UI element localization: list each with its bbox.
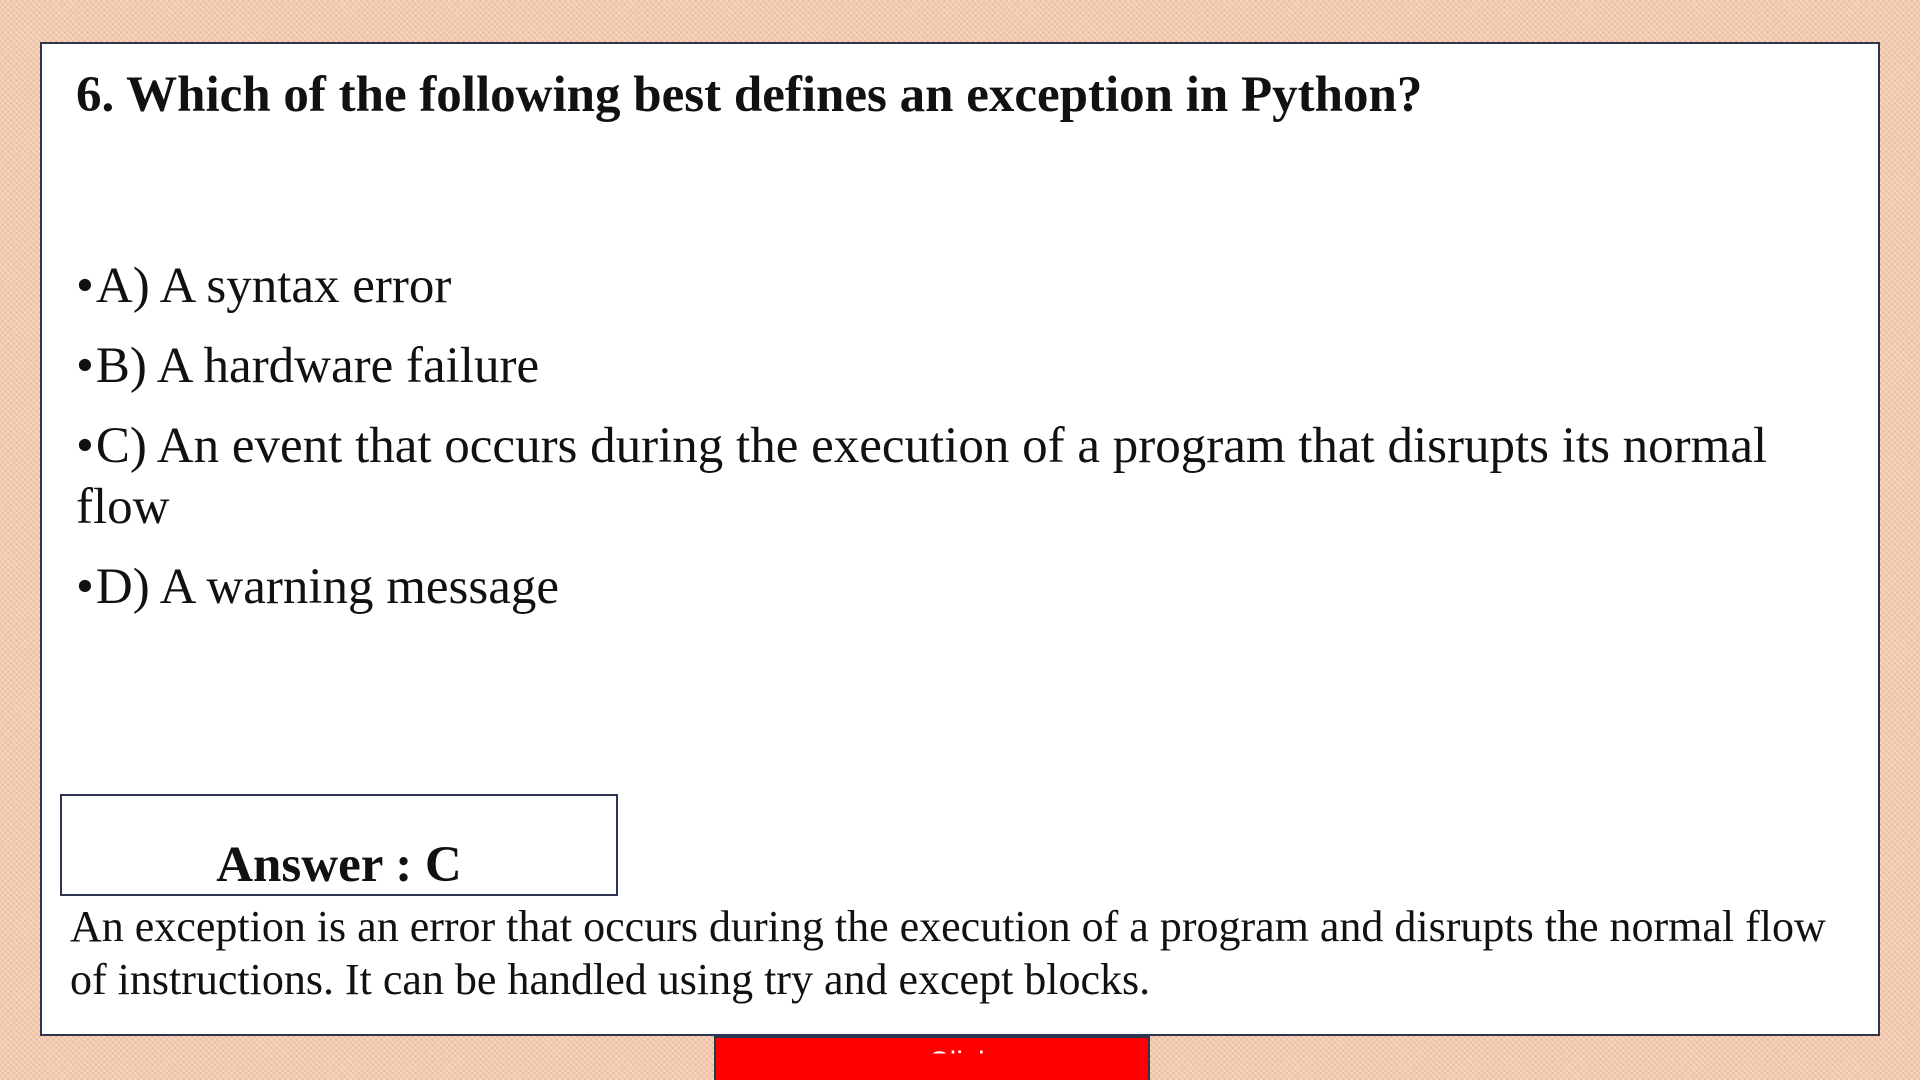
question-title: 6. Which of the following best defines a…: [76, 67, 1423, 123]
option-a-text: A) A syntax error: [95, 258, 452, 314]
answer-label: Answer : C: [216, 837, 462, 893]
answer-box: Answer : C: [60, 794, 618, 896]
bullet-icon: •: [76, 258, 94, 314]
answer-options-list: •A) A syntax error •B) A hardware failur…: [76, 256, 1796, 637]
option-b-text: B) A hardware failure: [95, 338, 540, 394]
option-c: •C) An event that occurs during the exec…: [76, 416, 1796, 538]
option-c-text: C) An event that occurs during the execu…: [76, 418, 1768, 535]
bullet-icon: •: [76, 338, 94, 394]
red-banner-button[interactable]: Click: [714, 1036, 1150, 1080]
option-d-text: D) A warning message: [95, 559, 560, 615]
option-b: •B) A hardware failure: [76, 336, 1796, 397]
explanation-text: An exception is an error that occurs dur…: [70, 902, 1826, 1004]
quiz-slide-card: 6. Which of the following best defines a…: [40, 42, 1880, 1036]
bullet-icon: •: [76, 418, 94, 474]
red-banner-label: Click: [928, 1046, 993, 1079]
option-d: •D) A warning message: [76, 557, 1796, 618]
option-a: •A) A syntax error: [76, 256, 1796, 317]
bullet-icon: •: [76, 559, 94, 615]
